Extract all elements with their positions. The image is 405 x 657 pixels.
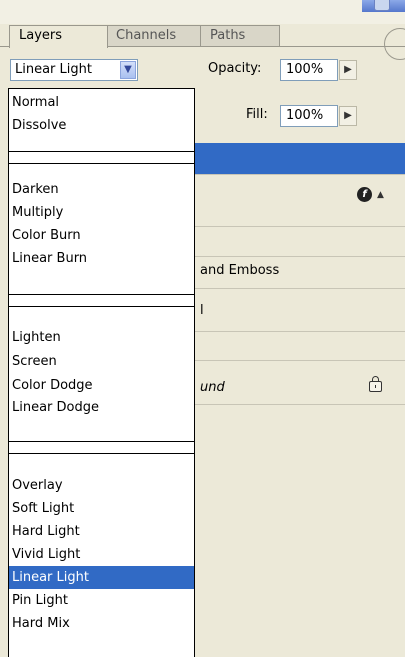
blend-option-overlay[interactable]: Overlay [9, 474, 194, 497]
scroll-up-arrow-icon[interactable]: ▲ [377, 190, 384, 200]
row-divider [195, 226, 405, 227]
opacity-arrow-icon[interactable]: ▶ [339, 60, 357, 80]
row-divider [195, 256, 405, 257]
blend-option-linear-light[interactable]: Linear Light [9, 566, 194, 589]
opacity-label: Opacity: [208, 61, 262, 76]
blend-mode-select[interactable]: Linear Light ▼ [10, 59, 138, 81]
fill-arrow-icon[interactable]: ▶ [339, 106, 357, 126]
blend-option-multiply[interactable]: Multiply [9, 201, 194, 224]
tab-layers[interactable]: Layers [9, 25, 108, 48]
blend-option-darken[interactable]: Darken [9, 178, 194, 201]
tab-channels[interactable]: Channels [106, 25, 202, 47]
opacity-field[interactable]: 100% [280, 59, 338, 81]
lock-icon [369, 376, 382, 392]
menu-separator [9, 151, 194, 164]
blend-option-hard-mix[interactable]: Hard Mix [9, 612, 194, 635]
fill-field[interactable]: 100% [280, 105, 338, 127]
blend-option-dissolve[interactable]: Dissolve [9, 114, 194, 137]
blend-option-color-burn[interactable]: Color Burn [9, 224, 194, 247]
blend-mode-value: Linear Light [15, 62, 92, 77]
blend-option-screen[interactable]: Screen [9, 350, 194, 373]
tab-paths[interactable]: Paths [200, 25, 280, 47]
chevron-down-icon[interactable]: ▼ [120, 61, 136, 79]
blend-mode-dropdown-list[interactable]: Normal Dissolve Darken Multiply Color Bu… [8, 88, 195, 657]
menu-separator [9, 441, 194, 454]
blend-option-lighten[interactable]: Lighten [9, 326, 194, 349]
blend-option-hard-light[interactable]: Hard Light [9, 520, 194, 543]
panel-menu-button[interactable] [384, 28, 405, 60]
fx-icon[interactable]: f [357, 187, 372, 202]
blend-option-pin-light[interactable]: Pin Light [9, 589, 194, 612]
row-divider [195, 288, 405, 289]
blend-option-linear-burn[interactable]: Linear Burn [9, 247, 194, 270]
fill-label: Fill: [246, 107, 268, 122]
effect-bevel-emboss-label: and Emboss [200, 263, 280, 278]
row-divider [195, 404, 405, 405]
blend-option-normal[interactable]: Normal [9, 91, 194, 114]
blend-option-soft-light[interactable]: Soft Light [9, 497, 194, 520]
panel-top-strip [0, 0, 405, 24]
window-button-icon[interactable] [374, 0, 390, 11]
selected-layer-row[interactable] [195, 143, 405, 174]
row-divider [195, 360, 405, 361]
blend-option-linear-dodge[interactable]: Linear Dodge [9, 396, 194, 419]
background-layer-name: und [200, 380, 225, 395]
row-divider [195, 331, 405, 332]
effect-partial-label: l [200, 303, 204, 318]
blend-option-vivid-light[interactable]: Vivid Light [9, 543, 194, 566]
blend-option-color-dodge[interactable]: Color Dodge [9, 374, 194, 397]
menu-separator [9, 294, 194, 307]
row-divider [195, 174, 405, 175]
